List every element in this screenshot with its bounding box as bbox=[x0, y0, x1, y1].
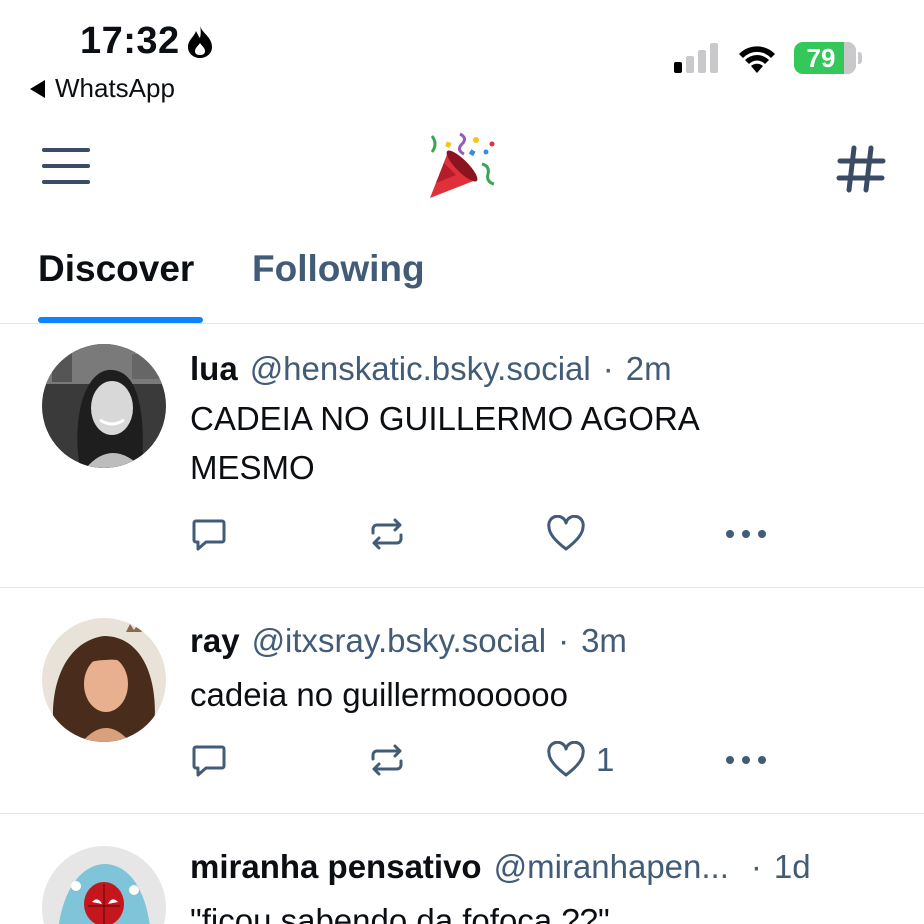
reply-button[interactable] bbox=[190, 514, 228, 554]
wifi-icon bbox=[739, 46, 775, 73]
active-tab-indicator bbox=[38, 317, 203, 323]
menu-button[interactable] bbox=[42, 148, 90, 184]
reply-icon bbox=[192, 745, 226, 777]
avatar[interactable] bbox=[42, 846, 166, 924]
party-popper-icon[interactable] bbox=[426, 130, 500, 204]
hashtag-icon[interactable] bbox=[836, 144, 886, 194]
separator: · bbox=[602, 350, 614, 387]
repost-button[interactable] bbox=[368, 740, 406, 780]
author-handle[interactable]: @miranhapen... bbox=[494, 848, 729, 886]
like-button[interactable] bbox=[546, 514, 596, 554]
tab-discover[interactable]: Discover bbox=[38, 248, 194, 290]
separator: · bbox=[750, 848, 762, 885]
post-text: "ficou sabendo da fofoca ??" bbox=[190, 902, 610, 924]
more-options-button[interactable] bbox=[724, 740, 768, 780]
post-time[interactable]: 3m bbox=[581, 622, 627, 660]
more-options-button[interactable] bbox=[724, 514, 768, 554]
post-header: miranha pensativo @miranhapen... · 1d bbox=[190, 848, 890, 886]
post-text: cadeia no guillermoooooo bbox=[190, 676, 568, 713]
avatar[interactable] bbox=[42, 344, 166, 468]
post[interactable]: miranha pensativo @miranhapen... · 1d "f… bbox=[0, 814, 924, 924]
status-clock: 17:32 bbox=[80, 20, 180, 62]
repost-icon bbox=[371, 744, 403, 776]
like-button[interactable]: 1 bbox=[546, 740, 614, 780]
post[interactable]: lua @henskatic.bsky.social · 2m CADEIA N… bbox=[0, 324, 924, 588]
status-time: 17:32 bbox=[80, 20, 214, 63]
cellular-signal-icon bbox=[674, 43, 718, 73]
post-time[interactable]: 2m bbox=[626, 350, 672, 388]
battery-indicator: 79 bbox=[794, 42, 862, 74]
author-handle[interactable]: @henskatic.bsky.social bbox=[250, 350, 591, 388]
flame-icon bbox=[187, 25, 212, 58]
back-to-app-button[interactable]: WhatsApp bbox=[30, 73, 175, 104]
tab-following[interactable]: Following bbox=[252, 248, 425, 290]
post-header: ray @itxsray.bsky.social · 3m bbox=[190, 622, 627, 660]
avatar-photo bbox=[42, 846, 166, 924]
separator: · bbox=[558, 622, 570, 659]
menu-bar bbox=[42, 148, 90, 152]
post-actions bbox=[190, 514, 790, 554]
feed-tabs: Discover Following bbox=[0, 240, 924, 324]
battery-cap bbox=[858, 52, 862, 64]
reply-button[interactable] bbox=[190, 740, 228, 780]
author-name[interactable]: lua bbox=[190, 350, 238, 388]
more-dots-icon bbox=[726, 530, 766, 538]
avatar[interactable] bbox=[42, 618, 166, 742]
more-dots-icon bbox=[726, 756, 766, 764]
menu-bar bbox=[42, 180, 90, 184]
menu-bar bbox=[42, 164, 90, 168]
author-name[interactable]: miranha pensativo bbox=[190, 848, 482, 886]
author-handle[interactable]: @itxsray.bsky.social bbox=[252, 622, 547, 660]
reply-icon bbox=[192, 519, 226, 551]
like-count: 1 bbox=[596, 741, 615, 778]
back-arrow-icon bbox=[30, 79, 45, 98]
repost-icon bbox=[371, 518, 403, 550]
status-indicators: 79 bbox=[674, 42, 862, 74]
battery-level: 79 bbox=[794, 42, 856, 74]
battery-percent: 79 bbox=[806, 42, 836, 73]
back-app-label: WhatsApp bbox=[55, 73, 175, 103]
author-name[interactable]: ray bbox=[190, 622, 240, 660]
post-actions: 1 bbox=[190, 740, 790, 780]
avatar-photo bbox=[42, 344, 166, 468]
post[interactable]: ray @itxsray.bsky.social · 3m cadeia no … bbox=[0, 588, 924, 814]
avatar-photo bbox=[42, 618, 166, 742]
post-text: CADEIA NO GUILLERMO AGORA MESMO bbox=[190, 400, 698, 486]
post-time[interactable]: 1d bbox=[774, 848, 811, 886]
heart-icon bbox=[547, 741, 585, 777]
heart-icon bbox=[547, 515, 585, 551]
repost-button[interactable] bbox=[368, 514, 406, 554]
post-header: lua @henskatic.bsky.social · 2m bbox=[190, 350, 672, 388]
